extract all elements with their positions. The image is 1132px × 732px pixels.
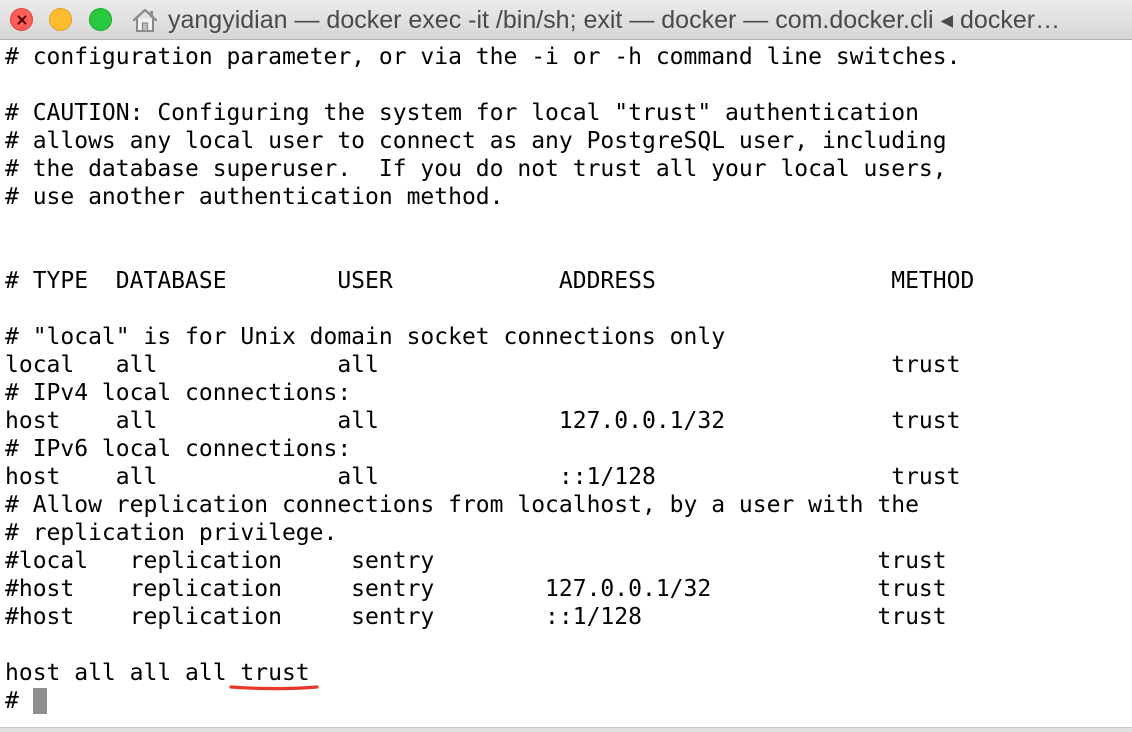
text-cursor <box>32 688 47 714</box>
terminal-line: # "local" is for Unix domain socket conn… <box>5 324 726 350</box>
home-folder-icon <box>132 8 158 32</box>
window-title: yangyidian — docker exec -it /bin/sh; ex… <box>168 6 1061 34</box>
terminal-line: #local replication sentry trust <box>5 548 947 574</box>
shell-prompt: # <box>5 688 19 714</box>
terminal-line: # the database superuser. If you do not … <box>5 156 947 182</box>
prompt-line[interactable]: # <box>5 687 1125 715</box>
terminal-line: # TYPE DATABASE USER ADDRESS METHOD <box>5 268 975 294</box>
terminal-line: #host replication sentry 127.0.0.1/32 tr… <box>5 576 947 602</box>
terminal-line: host all all all trust <box>5 660 310 686</box>
terminal-window: yangyidian — docker exec -it /bin/sh; ex… <box>0 0 1132 732</box>
terminal-line: # replication privilege. <box>5 520 338 546</box>
zoom-button[interactable] <box>89 8 112 31</box>
minimize-button[interactable] <box>49 8 72 31</box>
terminal-line: # IPv6 local connections: <box>5 436 352 462</box>
close-button[interactable] <box>10 8 33 31</box>
terminal-line: #host replication sentry ::1/128 trust <box>5 604 947 630</box>
window-bottom-edge <box>0 727 1132 732</box>
red-underline-annotation <box>229 685 319 691</box>
title-bar[interactable]: yangyidian — docker exec -it /bin/sh; ex… <box>0 0 1132 40</box>
terminal-line: # CAUTION: Configuring the system for lo… <box>5 100 919 126</box>
terminal-line: # IPv4 local connections: <box>5 380 352 406</box>
terminal-line: # configuration parameter, or via the -i… <box>5 44 961 70</box>
terminal-line: # Allow replication connections from loc… <box>5 492 919 518</box>
terminal-line: local all all trust <box>5 352 961 378</box>
terminal-line: # allows any local user to connect as an… <box>5 128 947 154</box>
terminal-line: host all all ::1/128 trust <box>5 464 961 490</box>
terminal-line: host all all 127.0.0.1/32 trust <box>5 408 961 434</box>
terminal-output[interactable]: # configuration parameter, or via the -i… <box>5 43 1125 732</box>
close-icon <box>17 15 27 25</box>
terminal-line: # use another authentication method. <box>5 184 504 210</box>
